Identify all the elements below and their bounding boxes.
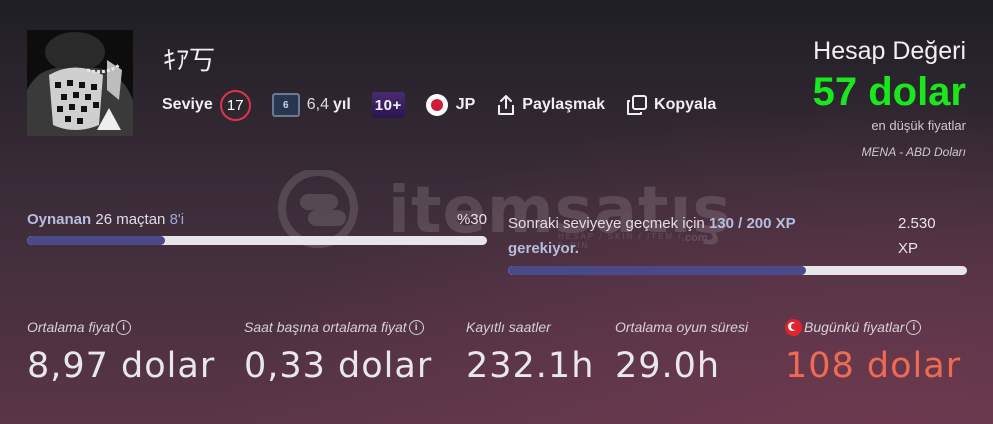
account-value-panel: Hesap Değeri 57 dolar en düşük fiyatlar … <box>813 37 966 159</box>
played-matches: 26 maçtan <box>95 211 166 228</box>
rank-badge: 10+ <box>371 92 405 118</box>
next-level-text: Sonraki seviyeye geçmek için 130 / 200 X… <box>508 211 858 261</box>
level-label: Seviye <box>162 96 213 113</box>
stat-label-wrap: Saat başına ortalama fiyat i <box>244 318 432 336</box>
next-level-text-before: Sonraki seviyeye geçmek için <box>508 215 705 232</box>
copy-label: Kopyala <box>654 96 717 113</box>
next-level-text-after: gerekiyor. <box>508 240 579 257</box>
stat-value: 29.0h <box>615 346 721 386</box>
next-level-progress: Sonraki seviyeye geçmek için 130 / 200 X… <box>508 211 967 275</box>
stat-average-price: Ortalama fiyat i 8,97 dolar <box>27 318 215 386</box>
years-value: 6,4 <box>306 96 329 113</box>
turkey-flag-icon <box>785 318 802 336</box>
years-badge-icon: 6 <box>271 93 300 117</box>
played-text: Oynanan 26 maçtan 8'i <box>27 211 184 228</box>
played-label: Oynanan <box>27 211 92 228</box>
total-xp-value: 2.530 <box>898 215 936 232</box>
stat-registered-hours: Kayıtlı saatler 232.1h <box>466 318 594 386</box>
japan-flag-icon <box>425 94 448 116</box>
copy-icon <box>627 95 648 115</box>
stat-label: Saat başına ortalama fiyat <box>244 319 407 335</box>
account-value-amount: 57 dolar <box>812 70 966 114</box>
info-icon[interactable]: i <box>408 319 424 335</box>
stat-label-wrap: Kayıtlı saatler <box>466 318 594 336</box>
total-xp-unit: XP <box>898 240 919 257</box>
info-icon[interactable]: i <box>116 319 132 335</box>
next-level-xp-progress: 130 / 200 XP <box>708 215 796 232</box>
years-unit: yıl <box>332 96 351 113</box>
stat-label-wrap: Ortalama oyun süresi <box>615 318 748 336</box>
stat-label-wrap: Bugünkü fiyatlar i <box>785 318 961 336</box>
stat-label: Kayıtlı saatler <box>466 319 551 335</box>
stat-average-playtime: Ortalama oyun süresi 29.0h <box>615 318 748 386</box>
stat-label: Bugünkü fiyatlar <box>804 319 905 335</box>
avatar <box>27 30 133 136</box>
played-progress-fill <box>27 236 165 245</box>
copy-button[interactable]: Kopyala <box>626 94 716 116</box>
account-age-item: 6 6,4 yıl <box>271 93 351 117</box>
stats-row: Ortalama fiyat i 8,97 dolar Saat başına … <box>0 318 993 398</box>
stat-value: 8,97 dolar <box>27 346 216 386</box>
rank-item: 10+ <box>371 92 405 118</box>
next-level-progress-bar <box>508 266 967 275</box>
stat-todays-prices: Bugünkü fiyatlar i 108 dolar <box>785 318 961 386</box>
played-count: 8'i <box>169 211 185 228</box>
stat-value: 232.1h <box>466 346 595 386</box>
stat-price-per-hour: Saat başına ortalama fiyat i 0,33 dolar <box>244 318 432 386</box>
info-icon[interactable]: i <box>906 319 922 335</box>
share-icon <box>498 95 515 115</box>
share-button[interactable]: Paylaşmak <box>496 94 605 116</box>
played-matches-progress: Oynanan 26 maçtan 8'i %30 <box>27 211 487 245</box>
level-badge: 17 <box>219 89 251 121</box>
profile-meta-row: Seviye 17 6 6,4 yıl 10+ JP Paylaşmak Kop… <box>162 89 737 121</box>
account-value-title: Hesap Değeri <box>813 37 966 65</box>
played-percent: %30 <box>456 211 487 228</box>
country-item: JP <box>425 94 476 116</box>
stat-value: 108 dolar <box>785 346 962 386</box>
played-progress-bar <box>27 236 487 245</box>
username: ｷｱ丂 <box>163 46 216 76</box>
next-level-progress-fill <box>508 266 807 275</box>
stat-label-wrap: Ortalama fiyat i <box>27 318 215 336</box>
stat-value: 0,33 dolar <box>244 346 433 386</box>
total-xp: 2.530 XP <box>898 211 943 261</box>
stat-label: Ortalama fiyat <box>27 319 115 335</box>
level-item: Seviye 17 <box>162 89 251 121</box>
account-value-note: en düşük fiyatlar <box>871 118 966 133</box>
played-row: Oynanan 26 maçtan 8'i %30 <box>27 211 487 228</box>
stat-label: Ortalama oyun süresi <box>615 319 749 335</box>
share-label: Paylaşmak <box>522 96 606 113</box>
country-code: JP <box>455 96 476 113</box>
account-value-currency: MENA - ABD Doları <box>861 145 966 159</box>
